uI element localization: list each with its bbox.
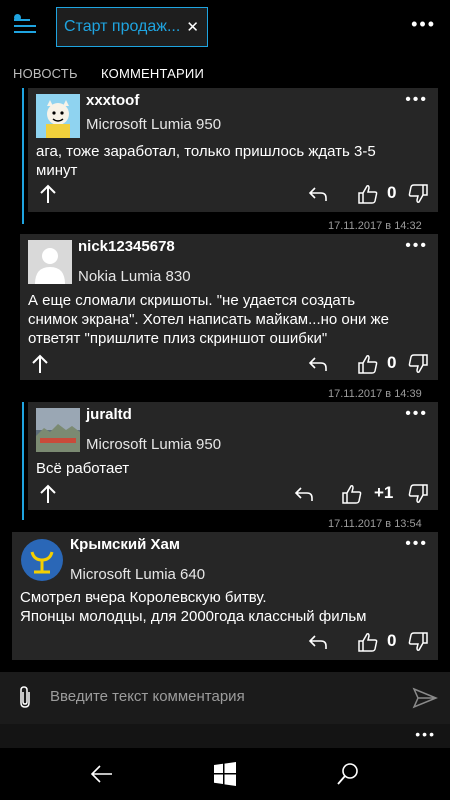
reply-icon[interactable] xyxy=(304,628,332,656)
comment-text: ага, тоже заработал, только пришлось жда… xyxy=(36,142,376,180)
comment-device: Microsoft Lumia 950 xyxy=(86,436,222,453)
comment-device: Microsoft Lumia 640 xyxy=(70,566,206,583)
comment-more-icon[interactable]: ••• xyxy=(405,91,428,109)
comment-score: 0 xyxy=(387,183,397,202)
composer-strip: ••• xyxy=(0,724,450,748)
comment-more-icon[interactable]: ••• xyxy=(405,405,428,423)
comment-actions: +1 xyxy=(28,480,438,508)
comment-text: Всё работает xyxy=(36,459,129,478)
arrow-up-icon[interactable] xyxy=(34,180,62,208)
thread-line xyxy=(22,402,24,520)
composer-more-icon[interactable]: ••• xyxy=(415,726,436,742)
comment-actions: 0 xyxy=(20,350,438,378)
comment-text-line: снимок экрана". Хотел написать майкам...… xyxy=(28,311,389,328)
comment-score: 0 xyxy=(387,353,397,372)
comment-text-line: Всё работает xyxy=(36,460,130,477)
comment-text-line: Смотрел вчера Королевскую битву. xyxy=(20,589,267,606)
back-icon[interactable] xyxy=(88,760,116,788)
thumbs-up-icon[interactable] xyxy=(354,180,382,208)
comment-author[interactable]: xxxtoof xyxy=(86,92,139,109)
comment-timestamp: 17.11.2017 в 14:39 xyxy=(328,388,422,400)
comment-text-line: ответят "пришлите плиз скриншот ошибки" xyxy=(28,330,328,347)
arrow-up-icon[interactable] xyxy=(26,350,54,378)
arrow-up-icon[interactable] xyxy=(34,480,62,508)
comment-text-line: Японцы молодцы, для 2000года классный фи… xyxy=(20,608,367,625)
comment-score: 0 xyxy=(387,631,397,650)
comment-device: Microsoft Lumia 950 xyxy=(86,116,222,133)
thumbs-down-icon[interactable] xyxy=(404,480,432,508)
thread-line xyxy=(22,88,24,224)
thumbs-down-icon[interactable] xyxy=(404,628,432,656)
tabs-row: НОВОСТЬ КОММЕНТАРИИ xyxy=(0,62,450,88)
thumbs-up-icon[interactable] xyxy=(354,350,382,378)
comment-score: +1 xyxy=(374,483,394,502)
thumbs-up-icon[interactable] xyxy=(338,480,366,508)
comment-timestamp: 17.11.2017 в 14:32 xyxy=(328,220,422,232)
comment-text: Смотрел вчера Королевскую битву. Японцы … xyxy=(20,588,366,626)
top-more-icon[interactable]: ••• xyxy=(411,14,436,35)
thumbs-down-icon[interactable] xyxy=(404,350,432,378)
article-tab[interactable]: Старт продаж... ✕ xyxy=(56,7,208,47)
comment-more-icon[interactable]: ••• xyxy=(405,237,428,255)
comment-author[interactable]: nick12345678 xyxy=(78,238,175,255)
article-tab-title: Старт продаж... xyxy=(64,18,181,35)
comment-actions: 0 xyxy=(12,628,438,656)
paperclip-icon[interactable] xyxy=(14,684,36,710)
avatar[interactable] xyxy=(20,538,64,582)
thumbs-up-icon[interactable] xyxy=(354,628,382,656)
comment-author[interactable]: juraltd xyxy=(86,406,132,423)
comment-text-line: минут xyxy=(36,162,78,179)
comment-text-line: А еще сломали скришоты. "не удается созд… xyxy=(28,292,356,309)
avatar[interactable] xyxy=(28,240,72,284)
tab-comments[interactable]: КОММЕНТАРИИ xyxy=(101,66,204,81)
close-tab-icon[interactable]: ✕ xyxy=(186,18,199,36)
comment-composer: Введите текст комментария xyxy=(0,672,450,724)
comment-input[interactable]: Введите текст комментария xyxy=(50,688,245,705)
windows-icon[interactable] xyxy=(211,760,239,788)
comment-more-icon[interactable]: ••• xyxy=(405,535,428,553)
comment-text: А еще сломали скришоты. "не удается созд… xyxy=(28,291,389,348)
avatar[interactable] xyxy=(36,94,80,138)
comment-timestamp: 17.11.2017 в 13:54 xyxy=(328,518,422,530)
hamburger-menu-icon[interactable] xyxy=(14,14,40,38)
comment-card: juraltd ••• Microsoft Lumia 950 Всё рабо… xyxy=(28,402,438,510)
comment-card: xxxtoof ••• Microsoft Lumia 950 ага, тож… xyxy=(28,88,438,212)
reply-icon[interactable] xyxy=(290,480,318,508)
reply-icon[interactable] xyxy=(304,180,332,208)
comment-device: Nokia Lumia 830 xyxy=(78,268,191,285)
comment-actions: 0 xyxy=(28,180,438,208)
comment-author[interactable]: Крымский Хам xyxy=(70,536,180,553)
reply-icon[interactable] xyxy=(304,350,332,378)
comment-card: nick12345678 ••• Nokia Lumia 830 А еще с… xyxy=(20,234,438,380)
comment-card: Крымский Хам ••• Microsoft Lumia 640 Смо… xyxy=(12,532,438,660)
search-icon[interactable] xyxy=(334,760,362,788)
top-bar: Старт продаж... ✕ ••• xyxy=(0,0,450,54)
navigation-bar xyxy=(0,748,450,800)
tab-news[interactable]: НОВОСТЬ xyxy=(13,66,78,81)
comment-text-line: ага, тоже заработал, только пришлось жда… xyxy=(36,143,376,160)
thumbs-down-icon[interactable] xyxy=(404,180,432,208)
send-icon[interactable] xyxy=(412,686,438,710)
avatar[interactable] xyxy=(36,408,80,452)
